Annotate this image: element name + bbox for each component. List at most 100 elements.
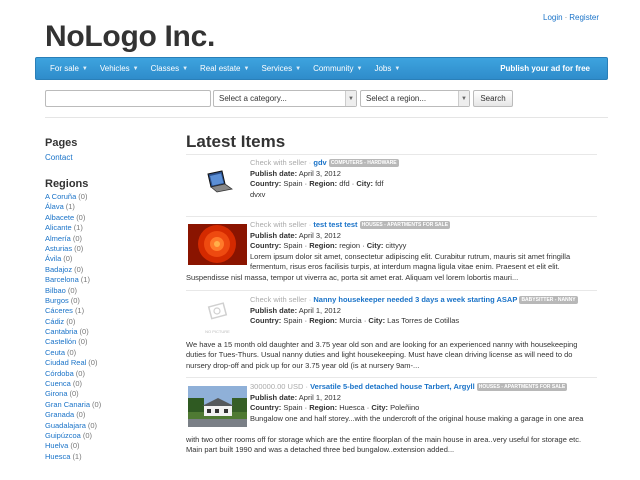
region-count: (0) — [63, 254, 73, 264]
region-count: (0) — [72, 379, 83, 389]
nav-label: Jobs — [374, 64, 392, 73]
house-photo[interactable] — [188, 386, 247, 427]
item-price: Check with seller — [250, 295, 307, 304]
region-select-value: Select a region... — [366, 94, 427, 103]
region-list-item: Gran Canaria (0) — [45, 400, 165, 410]
region-list-item: Ceuta (0) — [45, 348, 165, 358]
nav-label: Real estate — [200, 64, 241, 73]
laptop-photo[interactable] — [188, 160, 247, 201]
region-link[interactable]: Almería — [45, 234, 71, 243]
nav-item-for-sale[interactable]: For sale ▼ — [50, 64, 88, 73]
nav-label: For sale — [50, 64, 79, 73]
main-navbar: For sale ▼ Vehicles ▼ Classes ▼ Real estate… — [35, 57, 608, 80]
region-list-item: Castellón (0) — [45, 337, 165, 347]
region-link[interactable]: Cuenca — [45, 379, 71, 388]
item-title-link[interactable]: test test test — [313, 220, 357, 229]
region-link[interactable]: Cáceres — [45, 306, 73, 315]
country-label: Country: — [250, 241, 282, 251]
category-badge: HOUSES - APARTMENTS FOR SALE — [359, 221, 451, 229]
region-select[interactable]: Select a region... ▼ — [360, 90, 470, 107]
publish-date-value: April 3, 2012 — [298, 230, 341, 240]
region-link[interactable]: Cantabria — [45, 327, 78, 336]
region-value: dfd — [339, 179, 350, 189]
region-link[interactable]: Huesca — [45, 452, 70, 461]
nav-item-jobs[interactable]: Jobs ▼ — [374, 64, 400, 73]
region-value: Murcia — [339, 316, 362, 326]
region-link[interactable]: Asturias — [45, 244, 72, 253]
region-link[interactable]: Huelva — [45, 441, 68, 450]
region-count: (0) — [92, 399, 102, 409]
region-link[interactable]: Cádiz — [45, 317, 64, 326]
region-list: A Coruña (0) Álava (1) Albacete (0) Alicante (1… — [45, 192, 165, 462]
city-label: City: — [368, 316, 386, 326]
site-brand[interactable]: NoLogo Inc. — [45, 20, 215, 54]
nav-item-community[interactable]: Community ▼ — [313, 64, 362, 73]
header-divider — [45, 117, 608, 118]
region-count: (1) — [80, 275, 90, 285]
region-list-item: Cantabria (0) — [45, 327, 165, 337]
region-list-item: Barcelona (1) — [45, 275, 165, 285]
publish-date-label: Publish date: — [250, 392, 298, 402]
region-link[interactable]: A Coruña — [45, 192, 76, 201]
region-list-item: Cáceres (1) — [45, 306, 165, 316]
item-header: Check with seller · gdv COMPUTERS - HARD… — [250, 158, 399, 167]
region-list-item: Guadalajara (0) — [45, 421, 165, 431]
item-date: Publish date: April 1, 2012 — [250, 306, 597, 317]
region-count: (0) — [76, 212, 86, 222]
region-count: (0) — [87, 420, 98, 430]
region-link[interactable]: Barcelona — [45, 275, 79, 284]
search-input[interactable] — [45, 90, 211, 107]
nav-item-vehicles[interactable]: Vehicles ▼ — [100, 64, 139, 73]
list-item: Check with seller · test test test HOUSE… — [186, 220, 597, 290]
region-link[interactable]: Álava — [45, 202, 64, 211]
region-list-item: Bilbao (0) — [45, 286, 165, 296]
caret-down-icon: ▼ — [81, 65, 88, 72]
region-link[interactable]: Albacete — [45, 213, 74, 222]
item-title-link[interactable]: Nanny housekeeper needed 3 days a week s… — [313, 295, 517, 304]
login-link[interactable]: Login — [543, 13, 563, 22]
item-title-link[interactable]: gdv — [313, 158, 326, 167]
region-count: (0) — [70, 295, 80, 305]
region-count: (0) — [66, 316, 76, 326]
list-item: NO PICTURE Check with seller · Nanny hou… — [186, 295, 597, 375]
publish-ad-link[interactable]: Publish your ad for free — [500, 58, 590, 79]
region-link[interactable]: Castellón — [45, 337, 76, 346]
region-link[interactable]: Guipúzcoa — [45, 431, 81, 440]
region-count: (0) — [69, 389, 79, 399]
publish-date-value: April 1, 2012 — [298, 392, 341, 402]
region-link[interactable]: Gran Canaria — [45, 400, 90, 409]
category-select[interactable]: Select a category... ▼ — [213, 90, 357, 107]
nav-item-real-estate[interactable]: Real estate ▼ — [200, 64, 249, 73]
item-title-link[interactable]: Versatile 5-bed detached house Tarbert, … — [310, 382, 475, 391]
item-header: Check with seller · Nanny housekeeper ne… — [250, 295, 578, 304]
region-link[interactable]: Córdoba — [45, 369, 74, 378]
region-count: (1) — [74, 306, 85, 316]
red-flower-photo[interactable] — [188, 224, 247, 265]
caret-down-icon: ▼ — [132, 65, 139, 72]
region-list-item: Asturias (0) — [45, 244, 165, 254]
region-link[interactable]: Ceuta — [45, 348, 65, 357]
register-link[interactable]: Register — [569, 13, 599, 22]
item-price: Check with seller — [250, 158, 307, 167]
region-count: (0) — [72, 233, 83, 243]
country-value: Spain — [283, 316, 303, 326]
item-description: We have a 15 month old daughter and 3.75… — [186, 340, 578, 370]
chevron-down-icon: ▼ — [458, 91, 469, 106]
region-link[interactable]: Ciudad Real — [45, 358, 86, 367]
search-button[interactable]: Search — [473, 90, 513, 107]
category-badge: COMPUTERS - HARDWARE — [328, 159, 399, 167]
region-link[interactable]: Badajoz — [45, 265, 72, 274]
region-link[interactable]: Granada — [45, 410, 74, 419]
region-link[interactable]: Burgos — [45, 296, 69, 305]
region-link[interactable]: Ávila — [45, 254, 61, 263]
region-list-item: Badajoz (0) — [45, 265, 165, 275]
region-link[interactable]: Girona — [45, 389, 68, 398]
region-link[interactable]: Alicante — [45, 223, 72, 232]
nav-item-services[interactable]: Services ▼ — [261, 64, 301, 73]
contact-link[interactable]: Contact — [45, 153, 73, 162]
main-content: Latest Items Check with seller · gdv COM… — [186, 132, 608, 454]
item-header: Check with seller · test test test HOUSE… — [250, 220, 451, 229]
nav-item-classes[interactable]: Classes ▼ — [151, 64, 188, 73]
region-link[interactable]: Bilbao — [45, 286, 66, 295]
region-link[interactable]: Guadalajara — [45, 421, 86, 430]
